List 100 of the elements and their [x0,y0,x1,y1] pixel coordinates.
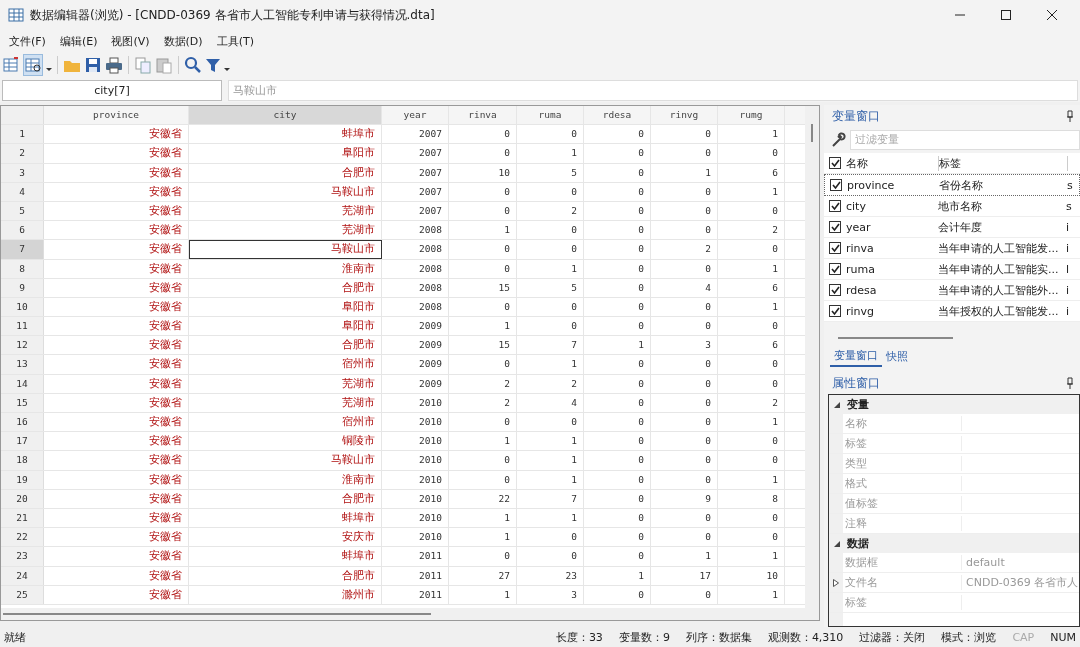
table-cell: 安徽省 [44,374,189,393]
table-cell: 安徽省 [44,451,189,470]
row-number[interactable]: 22 [1,528,44,547]
column-header[interactable]: ruma [517,106,584,125]
table-cell: 1 [718,470,785,489]
collapse-icon[interactable] [833,400,841,409]
row-number[interactable]: 2 [1,144,44,163]
column-header[interactable]: year [382,106,449,125]
row-number[interactable]: 1 [1,125,44,144]
table-cell: 0 [517,221,584,240]
table-cell: 0 [449,259,517,278]
menu-item[interactable]: 工具(T) [216,33,254,49]
column-header[interactable]: city [189,106,382,125]
checkbox[interactable] [829,263,841,275]
menu-item[interactable]: 视图(V) [111,33,150,49]
maximize-icon[interactable] [1000,9,1012,21]
browse-table-icon[interactable] [24,56,42,74]
checkbox[interactable] [829,200,841,212]
panel-tab[interactable]: 快照 [882,346,912,366]
row-number[interactable]: 11 [1,317,44,336]
table-cell: 0 [718,508,785,528]
checkbox[interactable] [829,221,841,233]
pin-icon[interactable] [1066,377,1074,389]
column-header[interactable]: 标签 [939,155,1068,171]
status-item: 长度：33 [555,629,603,645]
checkbox[interactable] [829,242,841,254]
table-cell: 1 [517,508,584,528]
column-header[interactable]: rinvg [651,106,718,125]
table-cell: 安徽省 [44,432,189,451]
table-cell: 0 [718,528,785,547]
column-header[interactable]: rdesa [584,106,651,125]
table-cell: 0 [517,182,584,201]
collapse-icon[interactable] [833,539,841,548]
variable-name[interactable]: rinva [846,241,938,255]
table-cell: 1 [718,182,785,201]
table-cell: 阜阳市 [189,144,382,163]
status-item: 列序：数据集 [685,629,752,645]
variable-name[interactable]: rinvg [846,304,938,318]
checkbox[interactable] [829,284,841,296]
property-name: 文件名 [843,575,962,590]
table-cell: 0 [651,201,718,221]
save-icon[interactable] [84,56,102,74]
row-number[interactable]: 17 [1,432,44,451]
cell-reference-field[interactable]: city[7] [2,79,222,101]
table-cell: 1 [517,144,584,163]
table-cell: 0 [651,413,718,432]
horizontal-scrollbar[interactable] [838,337,953,339]
table-cell: 安徽省 [44,393,189,412]
table-cell: 0 [584,547,651,566]
table-cell: 安徽省 [44,182,189,201]
search-icon[interactable] [184,56,202,74]
filter-icon[interactable] [205,56,221,74]
table-cell: 0 [651,528,718,547]
edit-table-icon[interactable] [2,56,20,74]
variable-type: i [1066,304,1071,318]
row-number[interactable]: 16 [1,413,44,432]
variable-type: i [1066,220,1071,234]
column-header[interactable]: 名称 [846,155,939,171]
close-icon[interactable] [1046,9,1058,21]
table-cell: 淮南市 [189,259,382,278]
table-cell: 2007 [382,201,449,221]
horizontal-scrollbar[interactable] [3,613,431,615]
variable-name[interactable]: ruma [846,262,938,276]
column-header[interactable]: rinva [449,106,517,125]
table-cell: 0 [718,201,785,221]
variable-name[interactable]: year [846,220,938,234]
expand-icon[interactable] [833,578,839,587]
table-cell: 0 [651,317,718,336]
printer-icon[interactable] [105,56,123,74]
table-cell: 1 [584,566,651,585]
variable-label: 地市名称 [938,198,983,214]
row-number[interactable]: 6 [1,221,44,240]
row-number[interactable]: 7 [1,240,44,259]
row-number[interactable]: 23 [1,547,44,566]
menu-item[interactable]: 文件(F) [9,33,46,49]
table-cell: 0 [718,451,785,470]
checkbox[interactable] [830,179,842,191]
table-cell: 2009 [382,336,449,355]
table-cell: 安徽省 [44,125,189,144]
table-cell: 0 [449,125,517,144]
variable-name[interactable]: province [847,178,939,192]
variable-name[interactable]: city [846,199,938,213]
table-cell: 滁州市 [189,585,382,604]
column-header[interactable]: rumg [718,106,785,125]
wrench-icon[interactable] [830,132,846,148]
menu-item[interactable]: 数据(D) [163,33,203,49]
checkbox[interactable] [829,305,841,317]
table-cell: 2011 [382,585,449,604]
table-cell: 0 [449,470,517,489]
variable-name[interactable]: rdesa [846,283,938,297]
panel-tab[interactable]: 变量窗口 [830,345,882,367]
table-cell: 0 [651,259,718,278]
menu-item[interactable]: 编辑(E) [59,33,98,49]
pin-icon[interactable] [1066,110,1074,122]
row-number[interactable]: 13 [1,355,44,374]
row-number[interactable]: 18 [1,451,44,470]
checkbox[interactable] [829,157,841,169]
row-number[interactable]: 12 [1,336,44,355]
vertical-scrollbar[interactable] [811,124,813,142]
table-cell: 4 [517,393,584,412]
